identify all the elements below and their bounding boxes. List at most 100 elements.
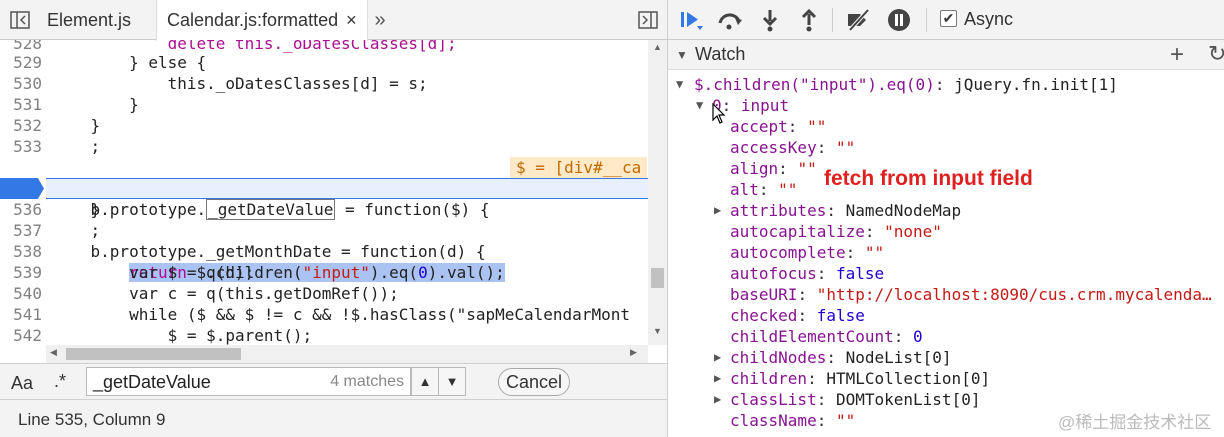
cancel-button[interactable]: Cancel (498, 368, 570, 396)
property-name: alt (730, 180, 759, 199)
separator: : (845, 243, 865, 262)
scroll-left-icon[interactable]: ◀ (50, 347, 57, 358)
tab-label: Element.js (47, 9, 132, 30)
collapsed-arrow-icon[interactable]: ▶ (714, 389, 721, 410)
tab-label: Calendar.js:formatted (167, 10, 339, 30)
mouse-cursor-icon (712, 102, 726, 130)
property-name: baseURI (730, 285, 798, 304)
property-name: childElementCount (730, 327, 894, 346)
debugger-toolbar: ✔ Async (668, 0, 1224, 40)
collapse-icon[interactable]: ▼ (676, 48, 688, 62)
tab-element-js[interactable]: Element.js (37, 0, 141, 40)
toggle-debugger-icon[interactable] (636, 8, 660, 32)
search-bar: Aa .* _getDateValue 4 matches ▲ ▼ Cancel (0, 363, 667, 399)
property-name: childNodes (730, 348, 827, 367)
close-icon[interactable]: × (346, 10, 357, 31)
inline-value-badge: $ = [div#__ca (510, 157, 648, 178)
horizontal-scrollbar[interactable]: ◀ ▶ (46, 345, 648, 363)
breakpoint-marker[interactable] (0, 178, 44, 199)
collapsed-arrow-icon[interactable]: ▶ (714, 200, 721, 221)
sources-pane: Element.js Calendar.js:formatted × » 528… (0, 0, 667, 437)
search-input[interactable]: _getDateValue 4 matches (86, 367, 411, 396)
separator: : (797, 285, 817, 304)
collapsed-arrow-icon[interactable]: ▶ (714, 368, 721, 389)
property-value: "" (797, 159, 817, 178)
code-line: 536 } (13, 200, 101, 219)
property-value: "" (807, 117, 827, 136)
regex-toggle[interactable]: .* (54, 371, 66, 392)
code-line: 532 } (13, 116, 101, 135)
vertical-scrollbar[interactable]: ▲ ▼ (648, 40, 667, 345)
code-line: 541 while ($ && $ != c && !$.hasClass("s… (13, 305, 630, 324)
property-value: "" (778, 180, 798, 199)
property-value: NamedNodeMap (845, 201, 962, 220)
async-checkbox[interactable]: ✔ (940, 10, 957, 27)
property-name: accessKey (730, 138, 817, 157)
separator: : (807, 369, 827, 388)
watch-section-header[interactable]: ▼ Watch + ↻ (668, 40, 1224, 70)
toolbar-divider (832, 8, 833, 32)
execution-line: 535 return $.children("input").eq(0).val… (0, 178, 648, 282)
property-value: false (835, 264, 885, 283)
property-name: autofocus (730, 264, 817, 283)
scrollbar-thumb[interactable] (651, 268, 664, 288)
separator: : (816, 411, 836, 430)
step-over-icon[interactable] (716, 6, 744, 34)
property-name: autocapitalize (730, 222, 865, 241)
code-line: 534 b.prototype._getDateValue = function… (0, 157, 648, 220)
scroll-down-icon[interactable]: ▼ (653, 326, 662, 336)
property-value: DOMTokenList[0] (835, 390, 981, 409)
separator: : (826, 201, 846, 220)
property-name: align (730, 159, 779, 178)
property-name: $.children("input").eq(0) (694, 75, 935, 94)
code-line: 542 $ = $.parent(); (13, 326, 313, 345)
editor-tab-bar: Element.js Calendar.js:formatted × » (0, 0, 667, 41)
property-value: false (816, 306, 865, 325)
tab-calendar-js[interactable]: Calendar.js:formatted × (156, 0, 368, 41)
step-out-icon[interactable] (795, 6, 823, 34)
separator: : (797, 306, 817, 325)
add-expression-icon[interactable]: + (1170, 41, 1184, 69)
code-line: 529 } else { (13, 53, 207, 72)
code-line: 531 } (13, 95, 139, 114)
expanded-arrow-icon[interactable]: ▼ (676, 74, 683, 95)
property-value: jQuery.fn.init[1] (954, 75, 1118, 94)
toggle-navigator-icon[interactable] (8, 8, 32, 32)
scroll-right-icon[interactable]: ▶ (630, 347, 637, 358)
resume-icon[interactable] (678, 6, 706, 34)
cursor-position: Line 535, Column 9 (18, 410, 166, 429)
match-case-toggle[interactable]: Aa (11, 373, 33, 394)
separator: : (778, 159, 798, 178)
more-tabs-icon[interactable]: » (368, 8, 392, 32)
step-into-icon[interactable] (756, 6, 784, 34)
property-value: input (740, 96, 790, 115)
watch-title: Watch (695, 44, 746, 64)
separator: : (864, 222, 885, 241)
collapsed-arrow-icon[interactable]: ▶ (714, 347, 721, 368)
separator: : (816, 138, 836, 157)
separator: : (816, 390, 836, 409)
property-name: children (730, 369, 808, 388)
pause-on-exceptions-icon[interactable] (885, 6, 913, 34)
code-line: 539 var $ = q(d); (13, 263, 255, 282)
code-line: 530 this._oDatesClasses[d] = s; (13, 74, 428, 93)
match-count: 4 matches (330, 373, 404, 390)
property-value: HTMLCollection[0] (826, 369, 991, 388)
separator: : (893, 327, 914, 346)
previous-match-button[interactable]: ▲ (412, 368, 438, 395)
property-name: autocomplete (730, 243, 846, 262)
expanded-arrow-icon[interactable]: ▼ (696, 95, 703, 116)
refresh-icon[interactable]: ↻ (1208, 41, 1224, 67)
scroll-up-icon[interactable]: ▲ (653, 42, 662, 52)
execution-line-highlight (46, 178, 648, 199)
next-match-button[interactable]: ▼ (438, 368, 465, 395)
code-editor[interactable]: 528 delete this._oDatesClasses[d]; 529 }… (0, 40, 648, 345)
property-name: classList (730, 390, 817, 409)
match-navigation: ▲ ▼ (411, 367, 466, 396)
deactivate-breakpoints-icon[interactable] (844, 6, 872, 34)
scrollbar-thumb[interactable] (66, 348, 241, 360)
search-query: _getDateValue (93, 372, 211, 392)
code-line: 533 ; (13, 137, 101, 156)
separator: : (787, 117, 808, 136)
property-value: "" (864, 243, 885, 262)
